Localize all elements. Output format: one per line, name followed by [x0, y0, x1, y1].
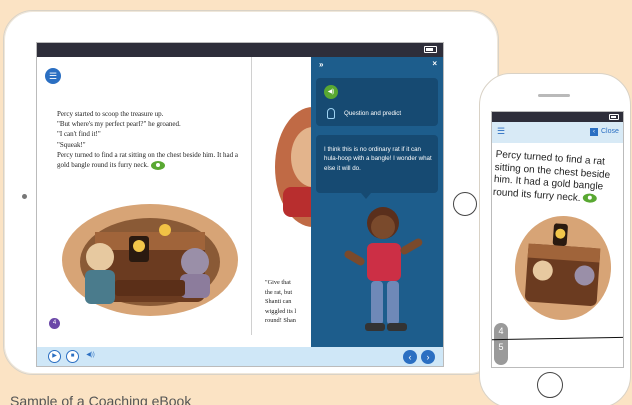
phone-status-bar	[492, 112, 623, 122]
boy-character-illustration	[344, 207, 423, 331]
caption: Sample of a Coaching eBook	[10, 393, 192, 405]
treasure-chest-illustration	[514, 215, 612, 320]
left-page: ☰ Percy started to scoop the treasure up…	[37, 57, 252, 335]
next-page-button[interactable]: ›	[421, 350, 435, 364]
story-text: Percy started to scoop the treasure up. …	[57, 110, 238, 170]
question-card: ◀) Question and predict	[316, 78, 438, 126]
tablet-device: ☰ Percy started to scoop the treasure up…	[3, 10, 499, 375]
phone-story-text: Percy turned to find a rat sitting on th…	[492, 149, 611, 204]
tablet-camera	[22, 194, 27, 199]
battery-icon	[424, 46, 437, 53]
page-number: 4	[49, 318, 60, 329]
phone-screen: ☰ ‹ Close Percy turned to find a rat sit…	[491, 111, 624, 368]
page-indicator[interactable]: 4 5	[494, 323, 508, 365]
phone-speaker	[538, 94, 570, 97]
tablet-home-button[interactable]	[453, 192, 477, 216]
audio-button[interactable]: ◀))	[84, 350, 97, 363]
page-number: 4	[498, 326, 504, 336]
playback-bar: ▶ ■ ◀)) ‹ ›	[37, 347, 443, 366]
lightbulb-icon	[327, 108, 335, 119]
prev-page-button[interactable]: ‹	[403, 350, 417, 364]
close-icon[interactable]: ×	[432, 59, 437, 68]
tablet-screen: ☰ Percy started to scoop the treasure up…	[36, 42, 444, 367]
expand-icon[interactable]: »	[319, 60, 323, 69]
question-label: Question and predict	[344, 110, 402, 117]
battery-icon	[609, 114, 619, 120]
play-button[interactable]: ▶	[48, 350, 61, 363]
status-bar	[37, 43, 443, 57]
panel-header: » ×	[311, 57, 443, 73]
divider-line	[492, 336, 623, 341]
phone-device: ☰ ‹ Close Percy turned to find a rat sit…	[479, 73, 631, 405]
phone-toolbar: ☰ ‹ Close	[492, 122, 623, 143]
page-number: 5	[498, 342, 504, 352]
think-aloud-bubble: I think this is no ordinary rat if it ca…	[316, 135, 438, 193]
speech-bubble-icon[interactable]	[582, 193, 597, 204]
stop-button[interactable]: ■	[66, 350, 79, 363]
speech-bubble-icon[interactable]	[150, 160, 165, 170]
audio-icon[interactable]: ◀)	[324, 85, 338, 99]
close-button[interactable]: Close	[601, 128, 619, 135]
treasure-chest-illustration	[62, 204, 238, 316]
close-icon[interactable]: ‹	[590, 128, 598, 136]
phone-home-button[interactable]	[537, 372, 563, 398]
menu-icon[interactable]: ☰	[497, 126, 505, 137]
coaching-panel: » × ◀) Question and predict I think this…	[311, 57, 443, 349]
menu-button[interactable]: ☰	[45, 68, 61, 84]
